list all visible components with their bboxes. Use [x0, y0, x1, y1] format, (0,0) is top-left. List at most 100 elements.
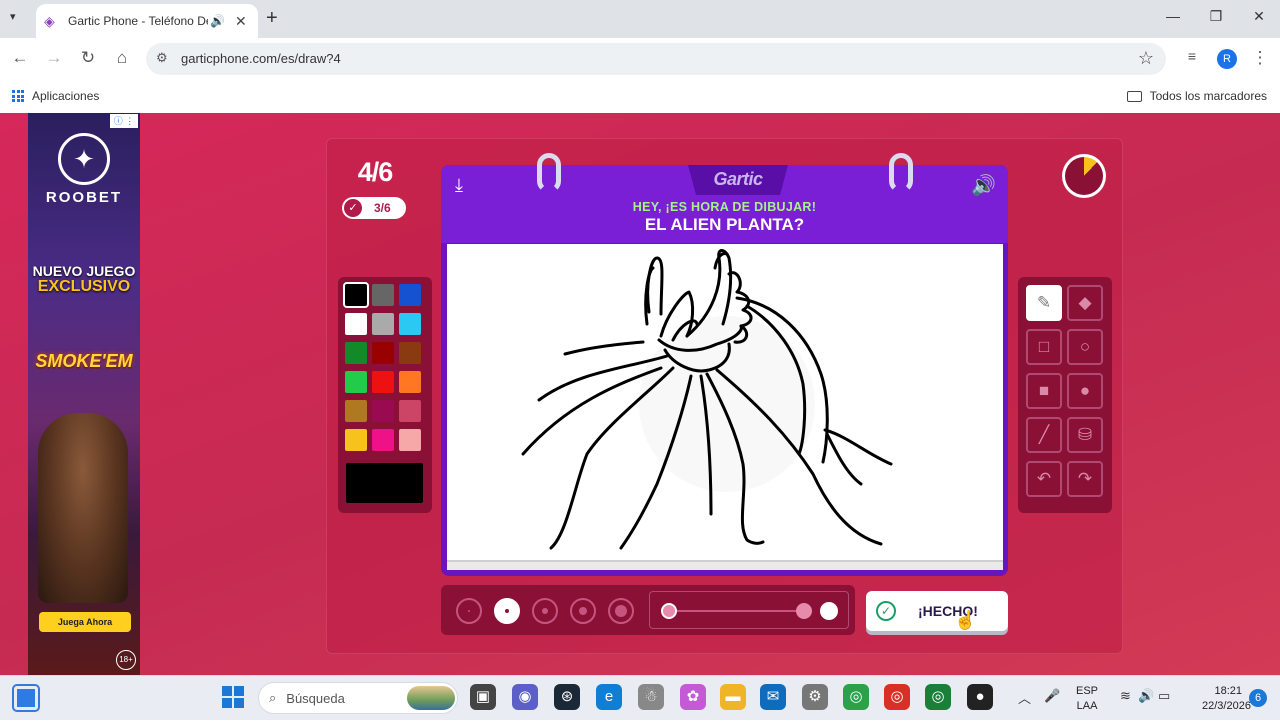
color-swatch[interactable]	[372, 400, 394, 422]
rect-filled-tool-icon[interactable]: ■	[1026, 373, 1062, 409]
edge-icon[interactable]: e	[596, 684, 622, 710]
color-swatch[interactable]	[399, 342, 421, 364]
binder-ring-left	[537, 153, 561, 193]
color-swatch[interactable]	[345, 371, 367, 393]
language-indicator[interactable]: ESP LAA	[1076, 684, 1098, 714]
apps-bookmark[interactable]: Aplicaciones	[12, 89, 99, 103]
ad-cta-button[interactable]: Juega Ahora	[39, 612, 131, 632]
taskbar-search[interactable]: ⌕ Búsqueda	[258, 682, 458, 714]
back-icon[interactable]: ←	[9, 48, 31, 68]
folder-icon	[1126, 90, 1142, 102]
tab-search-button[interactable]: ▾	[10, 10, 16, 23]
url-text[interactable]: garticphone.com/es/draw?4	[181, 51, 341, 66]
color-swatch[interactable]	[372, 342, 394, 364]
ad-info-icon[interactable]: ⓘ ⋮	[110, 114, 138, 128]
bookmark-star-icon[interactable]: ☆	[1138, 48, 1154, 69]
reload-icon[interactable]: ↻	[77, 48, 99, 68]
ad-age-badge: 18+	[116, 650, 136, 670]
opacity-slider[interactable]	[649, 591, 849, 629]
opacity-handle[interactable]	[796, 603, 812, 619]
rect-outline-tool-icon[interactable]: □	[1026, 329, 1062, 365]
speaker-icon[interactable]: 🔊	[971, 173, 996, 198]
fill-bucket-tool-icon[interactable]: ⛁	[1067, 417, 1103, 453]
notification-badge[interactable]: 6	[1249, 689, 1267, 707]
copilot-icon[interactable]: ✿	[680, 684, 706, 710]
app-icon[interactable]: ☃	[638, 684, 664, 710]
tab-gartic[interactable]: ◈ Gartic Phone - Teléfono De 🔊 ✕	[36, 4, 258, 38]
tab-close-icon[interactable]: ✕	[235, 13, 247, 30]
gartic-logo: Gartic	[713, 169, 763, 189]
profile-avatar[interactable]: R	[1217, 49, 1237, 69]
chrome-alt-icon[interactable]: ◎	[925, 684, 951, 710]
color-swatch[interactable]	[372, 429, 394, 451]
undo-icon[interactable]: ↶	[1026, 461, 1062, 497]
chrome-icon[interactable]: ◎	[884, 684, 910, 710]
teams-icon[interactable]: ◉	[512, 684, 538, 710]
ad-headline-2: EXCLUSIVO	[37, 278, 131, 295]
new-tab-button[interactable]: +	[266, 7, 278, 30]
site-info-icon[interactable]: ⚙	[156, 50, 168, 66]
microphone-icon[interactable]: 🎤	[1044, 688, 1060, 704]
search-icon: ⌕	[269, 690, 277, 705]
circle-filled-tool-icon[interactable]: ●	[1067, 373, 1103, 409]
color-swatch[interactable]	[399, 371, 421, 393]
eraser-tool-icon[interactable]: ◆	[1067, 285, 1103, 321]
forward-icon[interactable]: →	[43, 48, 65, 68]
windows-taskbar: ⌕ Búsqueda ▣ ◉ ⊛ e ☃ ✿ ▬ ✉ ⚙ ◎ ◎ ◎ ● ︿ 🎤…	[0, 675, 1280, 720]
round-counter: 4/6	[357, 157, 394, 187]
brush-size-3[interactable]	[532, 598, 558, 624]
file-explorer-icon[interactable]: ▬	[720, 684, 746, 710]
timer-face-icon	[1065, 157, 1103, 195]
steam-icon[interactable]: ⊛	[554, 684, 580, 710]
color-swatch[interactable]	[345, 313, 367, 335]
brush-size-4[interactable]	[570, 598, 596, 624]
alien-plant-drawing	[521, 249, 893, 550]
brush-size-2[interactable]	[494, 598, 520, 624]
tab-audio-icon[interactable]: 🔊	[210, 14, 225, 28]
brush-size-1[interactable]	[456, 598, 482, 624]
drawing-board: Gartic ⤓ 🔊 HEY, ¡ES HORA DE DIBUJAR! EL …	[441, 153, 1008, 576]
color-swatch[interactable]	[399, 400, 421, 422]
color-swatch[interactable]	[399, 284, 421, 306]
done-check-icon: ✓	[876, 601, 896, 621]
download-icon[interactable]: ⤓	[455, 175, 463, 196]
color-swatch[interactable]	[372, 313, 394, 335]
color-swatch[interactable]	[372, 371, 394, 393]
obs-icon[interactable]: ●	[967, 684, 993, 710]
minimize-button[interactable]: —	[1163, 8, 1183, 24]
outlook-icon[interactable]: ✉	[760, 684, 786, 710]
circle-outline-tool-icon[interactable]: ○	[1067, 329, 1103, 365]
ad-banner[interactable]: ⓘ ⋮ ✦ ROOBET NUEVO JUEGO EXCLUSIVO SMOKE…	[28, 113, 140, 675]
task-view-icon[interactable]: ▣	[470, 684, 496, 710]
color-swatch[interactable]	[399, 313, 421, 335]
ad-game-name: SMOKE'EM	[35, 351, 133, 371]
chrome-profile-icon[interactable]: ◎	[843, 684, 869, 710]
wifi-icon[interactable]: ≋	[1120, 688, 1131, 704]
address-bar[interactable]: ⚙ garticphone.com/es/draw?4 ☆	[146, 43, 1166, 75]
home-icon[interactable]: ⌂	[111, 48, 133, 68]
restore-button[interactable]: ❐	[1206, 8, 1226, 25]
drawing-canvas[interactable]	[447, 244, 1003, 560]
line-tool-icon[interactable]: ╱	[1026, 417, 1062, 453]
brush-size-5[interactable]	[608, 598, 634, 624]
battery-icon[interactable]: ▭	[1158, 688, 1170, 704]
media-controls-icon[interactable]: ≡	[1181, 48, 1203, 64]
menu-kebab-icon[interactable]: ⋮	[1249, 48, 1271, 68]
color-swatch[interactable]	[345, 342, 367, 364]
settings-icon[interactable]: ⚙	[802, 684, 828, 710]
close-window-button[interactable]: ✕	[1249, 8, 1269, 25]
all-bookmarks[interactable]: Todos los marcadores	[1126, 89, 1267, 103]
clock[interactable]: 18:21 22/3/2026	[1202, 684, 1251, 714]
start-button[interactable]	[222, 686, 244, 708]
color-swatch[interactable]	[343, 282, 369, 308]
color-swatch[interactable]	[345, 429, 367, 451]
redo-icon[interactable]: ↷	[1067, 461, 1103, 497]
tray-chevron-icon[interactable]: ︿	[1018, 688, 1031, 707]
color-swatch[interactable]	[399, 429, 421, 451]
color-swatch[interactable]	[345, 400, 367, 422]
done-button[interactable]: ✓ ¡HECHO!	[866, 591, 1008, 631]
volume-icon[interactable]: 🔊	[1138, 688, 1154, 704]
color-swatch[interactable]	[372, 284, 394, 306]
pencil-tool-icon[interactable]: ✎	[1026, 285, 1062, 321]
widgets-icon[interactable]	[12, 684, 40, 712]
